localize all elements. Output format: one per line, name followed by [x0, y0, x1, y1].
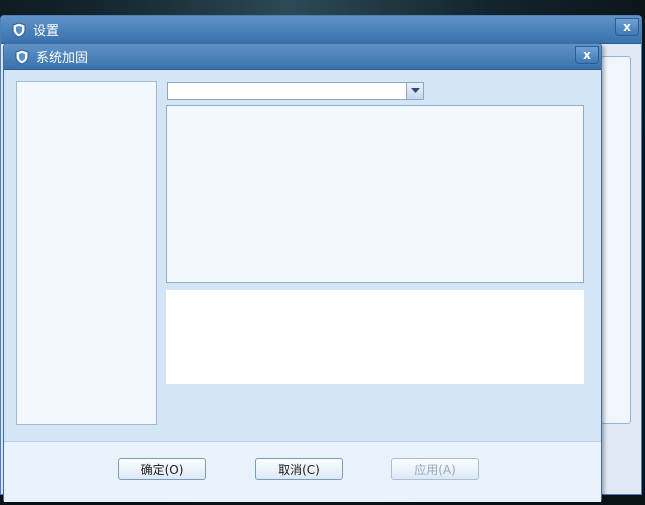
items-list-box[interactable]: [166, 105, 584, 283]
settings-close-button[interactable]: x: [615, 18, 639, 36]
settings-titlebar[interactable]: 设置 x: [1, 16, 641, 44]
settings-window-title: 设置: [33, 24, 60, 39]
system-hardening-titlebar[interactable]: 系统加固 x: [4, 44, 601, 70]
category-dropdown[interactable]: [167, 82, 424, 100]
button-bar: 确定(O) 取消(C) 应用(A): [4, 441, 601, 502]
chevron-down-icon[interactable]: [406, 83, 423, 99]
apply-button[interactable]: 应用(A): [391, 458, 479, 480]
cancel-button[interactable]: 取消(C): [255, 458, 343, 480]
shield-icon: [12, 21, 26, 38]
ok-button[interactable]: 确定(O): [118, 458, 206, 480]
system-hardening-window: 系统加固 x 确定(O) 取消(C) 应用(A): [3, 43, 602, 502]
system-hardening-close-button[interactable]: x: [575, 46, 599, 64]
system-hardening-title: 系统加固: [36, 51, 89, 66]
shield-icon: [15, 48, 29, 65]
description-box: [166, 290, 584, 384]
settings-content-panel: [599, 56, 631, 424]
category-list-panel[interactable]: [16, 81, 157, 425]
